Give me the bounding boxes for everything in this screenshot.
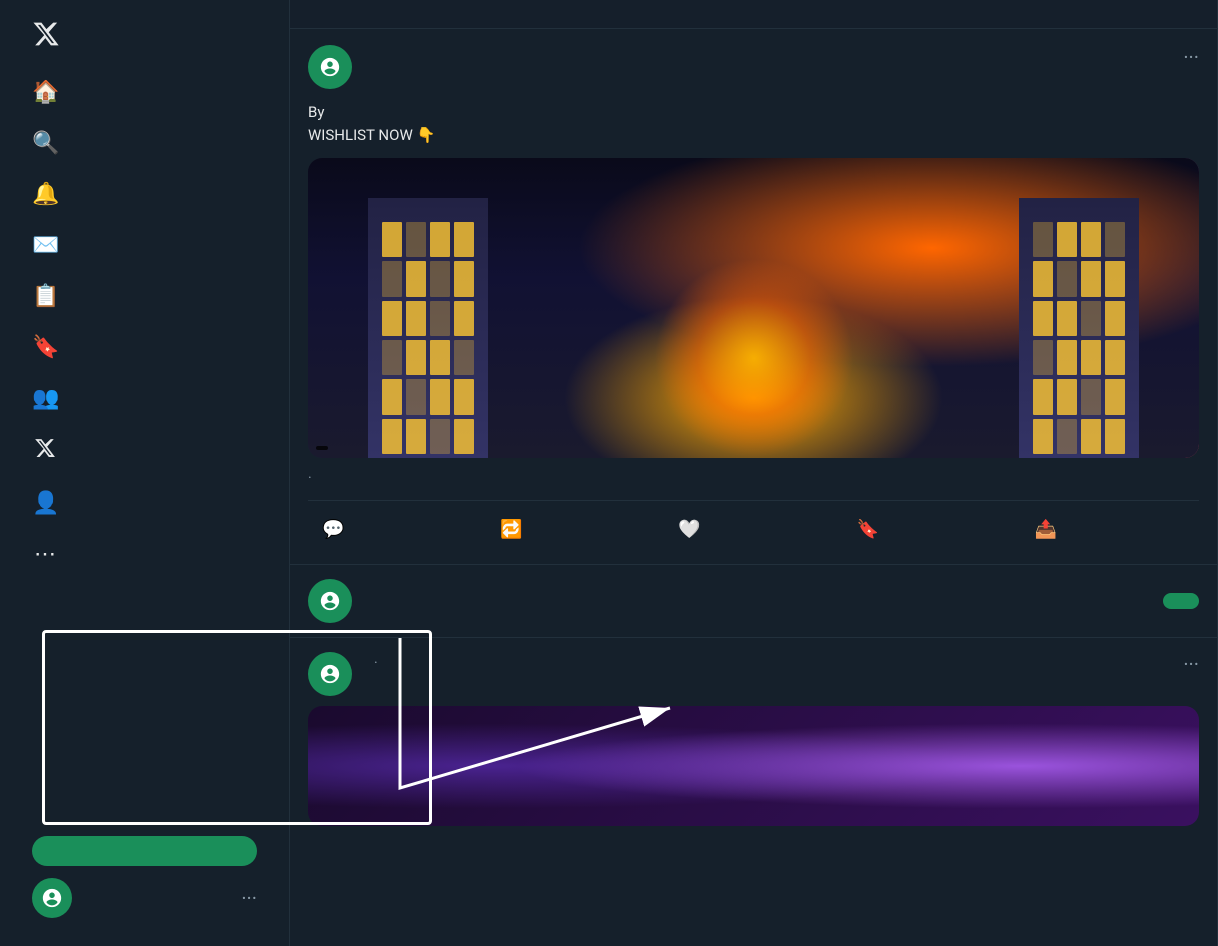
- tweet2-thumbnail: [308, 706, 1199, 826]
- home-icon: 🏠: [32, 80, 58, 105]
- center-glow: [654, 258, 854, 458]
- page-header: [290, 0, 1217, 29]
- tweet-media[interactable]: [308, 158, 1199, 458]
- tweet-more-button[interactable]: ···: [1183, 45, 1199, 69]
- sidebar-item-explore[interactable]: 🔍: [16, 119, 273, 168]
- heart-icon: 🤍: [678, 519, 700, 540]
- sidebar-item-home[interactable]: 🏠: [16, 68, 273, 117]
- like-button[interactable]: 🤍: [664, 511, 842, 548]
- sidebar-item-premium[interactable]: [16, 425, 273, 477]
- tweet2-media[interactable]: [308, 706, 1199, 826]
- save-icon: 🔖: [857, 519, 879, 540]
- tweet2-author-avatar[interactable]: [308, 652, 352, 696]
- list-icon: 📋: [32, 284, 58, 309]
- reply-user-avatar: [308, 579, 352, 623]
- tweet-text-line5: By: [308, 101, 1199, 124]
- tweet-views-sep: ·: [308, 470, 312, 486]
- second-tweet: · ···: [290, 638, 1217, 840]
- building-right: [1019, 198, 1139, 458]
- tweet-wishlist-prefix: WISHLIST NOW 👇: [308, 126, 435, 144]
- main-tweet: ··· By WISHLIST NOW 👇: [290, 29, 1217, 565]
- tweet2-date: ·: [374, 655, 378, 671]
- profile-icon: 👤: [32, 491, 58, 516]
- tweet2-author-row: ·: [364, 652, 1171, 671]
- sidebar-item-lists[interactable]: 📋: [16, 272, 273, 321]
- sidebar-item-messages[interactable]: ✉️: [16, 221, 273, 270]
- building-left: [368, 198, 488, 458]
- tweet-actions-bar: 💬 🔁 🤍 🔖 📤: [308, 500, 1199, 548]
- bookmark-icon: 🔖: [32, 335, 58, 360]
- more-icon: ⋯: [32, 542, 58, 567]
- communities-icon: 👥: [32, 386, 58, 411]
- sidebar-item-bookmarks[interactable]: 🔖: [16, 323, 273, 372]
- reply-area: [290, 565, 1217, 638]
- bookmark-button[interactable]: 🔖: [843, 511, 1021, 548]
- video-duration-badge: [316, 446, 328, 450]
- search-icon: 🔍: [32, 131, 58, 156]
- sidebar-item-profile[interactable]: 👤: [16, 479, 273, 528]
- retweet-button[interactable]: 🔁: [486, 511, 664, 548]
- sidebar-item-more[interactable]: ⋯: [16, 530, 273, 579]
- main-content: ··· By WISHLIST NOW 👇: [290, 0, 1218, 946]
- tweet-video-thumbnail: [308, 158, 1199, 458]
- user-account-button[interactable]: ···: [16, 866, 273, 930]
- tweet-body: By WISHLIST NOW 👇: [308, 101, 1199, 146]
- retweet-icon: 🔁: [500, 519, 522, 540]
- tweet-text-line6: WISHLIST NOW 👇: [308, 124, 1199, 147]
- sidebar-logo[interactable]: [16, 8, 273, 64]
- tweet-metadata: ·: [308, 470, 1199, 486]
- sidebar-item-notifications[interactable]: 🔔: [16, 170, 273, 219]
- x-logo-icon: [32, 20, 60, 48]
- comment-icon: 💬: [322, 519, 344, 540]
- tweet-by-prefix: By: [308, 103, 324, 121]
- comment-button[interactable]: 💬: [308, 511, 486, 548]
- share-button[interactable]: 📤: [1021, 511, 1199, 548]
- tweet-author-avatar[interactable]: [308, 45, 352, 89]
- reply-submit-button[interactable]: [1163, 593, 1199, 609]
- user-avatar: [32, 878, 72, 918]
- premium-icon: [32, 437, 58, 465]
- share-icon: 📤: [1035, 519, 1057, 540]
- building-windows-right: [1029, 218, 1129, 458]
- account-more-icon: ···: [241, 886, 257, 910]
- tweet-header: ···: [308, 45, 1199, 89]
- sidebar: 🏠 🔍 🔔 ✉️ 📋 🔖 👥: [0, 0, 290, 946]
- tweet2-more-button[interactable]: ···: [1183, 652, 1199, 676]
- bell-icon: 🔔: [32, 182, 58, 207]
- post-button[interactable]: [32, 836, 257, 866]
- mail-icon: ✉️: [32, 233, 58, 258]
- building-windows-left: [378, 218, 478, 458]
- sidebar-item-communities[interactable]: 👥: [16, 374, 273, 423]
- sidebar-nav: 🏠 🔍 🔔 ✉️ 📋 🔖 👥: [16, 68, 273, 820]
- tweet2-header: · ···: [308, 652, 1199, 696]
